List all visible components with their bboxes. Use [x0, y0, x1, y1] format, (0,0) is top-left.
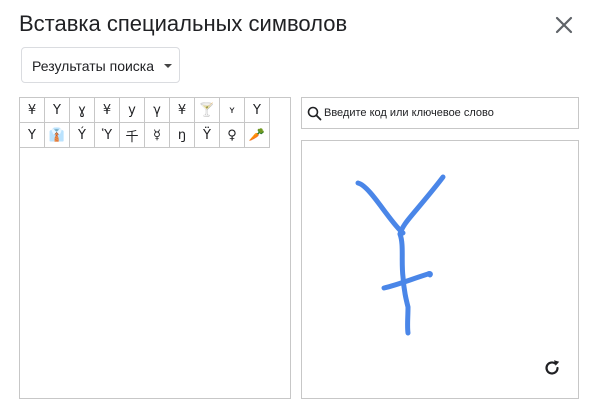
category-dropdown-label: Результаты поиска — [32, 58, 155, 74]
symbol-cell-yen-sign-bold[interactable]: ¥ — [170, 98, 195, 123]
symbol-cell-small-capital-y[interactable]: ʏ — [220, 98, 245, 123]
symbol-grid: ¥ Yɣ ¥ y γ ¥ 🍸 ʏ Ү Y 👔 Ý Ὑ 千 ☿ ŋ Ÿ ♀ 🥕 — [20, 98, 270, 148]
symbol-cell-latin-capital-y[interactable]: Y — [45, 98, 70, 123]
symbol-cell-cyrillic-straight-u[interactable]: Ү — [245, 98, 270, 123]
symbol-cell-fullwidth-yen-sign[interactable]: ¥ — [95, 98, 120, 123]
symbol-cell-greek-small-gamma[interactable]: γ — [145, 98, 170, 123]
symbol-cell-carrot-emoji[interactable]: 🥕 — [245, 123, 270, 148]
symbol-cell-mathematical-y[interactable]: Y — [20, 123, 45, 148]
close-icon — [555, 16, 573, 34]
symbol-cell-mercury-symbol[interactable]: ☿ — [145, 123, 170, 148]
symbol-cell-necktie-emoji[interactable]: 👔 — [45, 123, 70, 148]
symbol-cell-latin-small-gamma[interactable]: ɣ — [70, 98, 95, 123]
caret-down-icon — [164, 64, 172, 68]
category-dropdown[interactable]: Результаты поиска — [21, 47, 180, 83]
refresh-icon — [545, 360, 560, 375]
symbol-cell-cjk-thousand[interactable]: 千 — [120, 123, 145, 148]
symbol-cell-latin-small-y[interactable]: y — [120, 98, 145, 123]
search-input[interactable] — [324, 99, 574, 127]
refresh-button[interactable] — [541, 357, 563, 379]
symbol-cell-latin-y-diaeresis[interactable]: Ÿ — [195, 123, 220, 148]
search-box[interactable] — [301, 97, 579, 129]
handwritten-stroke — [355, 174, 446, 336]
symbol-cell-yen-sign[interactable]: ¥ — [20, 98, 45, 123]
search-icon — [307, 106, 322, 121]
close-button[interactable] — [553, 14, 575, 36]
symbol-results-panel: ¥ Yɣ ¥ y γ ¥ 🍸 ʏ Ү Y 👔 Ý Ὑ 千 ☿ ŋ Ÿ ♀ 🥕 — [19, 97, 291, 399]
symbol-cell-latin-small-eng[interactable]: ŋ — [170, 123, 195, 148]
symbol-cell-female-sign[interactable]: ♀ — [220, 123, 245, 148]
symbol-cell-greek-upsilon[interactable]: Ὑ — [95, 123, 120, 148]
drawing-area[interactable] — [301, 140, 579, 399]
dialog-title: Вставка специальных символов — [19, 11, 348, 36]
symbol-cell-latin-y-acute[interactable]: Ý — [70, 123, 95, 148]
symbol-cell-cocktail-glass-emoji[interactable]: 🍸 — [195, 98, 220, 123]
